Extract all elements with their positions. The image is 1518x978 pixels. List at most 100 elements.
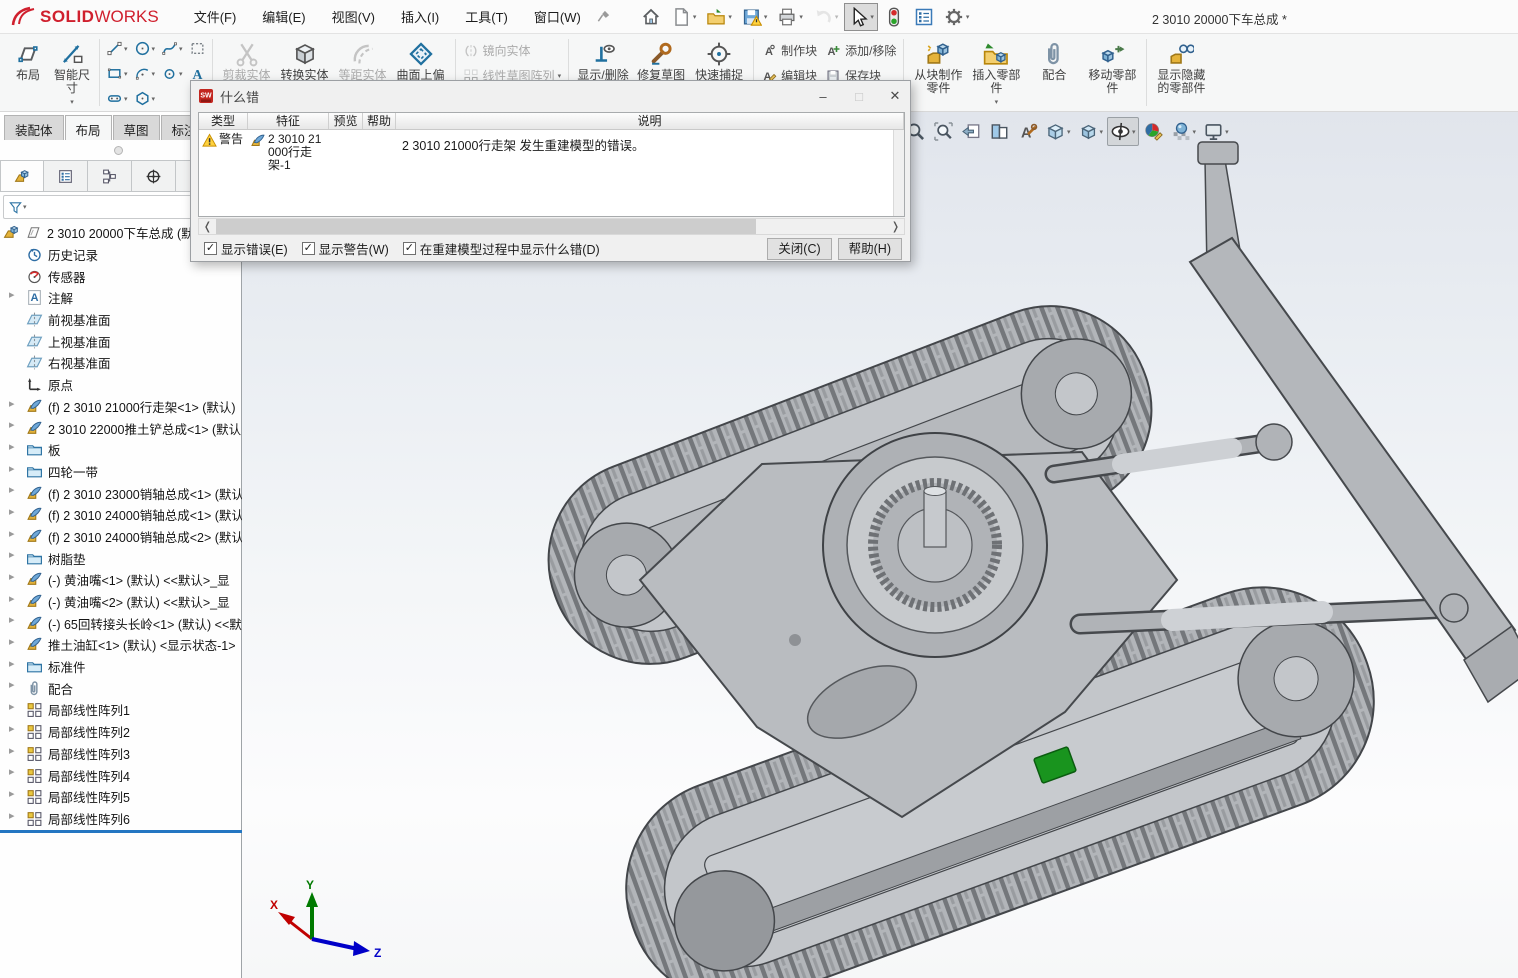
tree-item-5[interactable]: 右视基准面 [0, 352, 242, 374]
column-header-2[interactable]: 预览 [329, 113, 363, 129]
section-view-button[interactable] [986, 117, 1013, 146]
expand-arrow-icon[interactable]: ▸ [9, 462, 15, 475]
view-orientation-button[interactable]: ▾ [1042, 117, 1074, 146]
menu-item-4[interactable]: 工具(T) [452, 0, 521, 34]
featuremanager-design-tree-tab[interactable] [0, 160, 44, 192]
model-slewing-ring[interactable] [823, 433, 1047, 657]
expand-arrow-icon[interactable]: ▸ [9, 440, 15, 453]
scrollbar-thumb[interactable] [216, 219, 756, 234]
mate-button[interactable]: 配合 [1025, 36, 1083, 82]
expand-arrow-icon[interactable]: ▸ [9, 548, 15, 561]
annotation-visibility-button[interactable]: A [1014, 117, 1041, 146]
expand-arrow-icon[interactable]: ▸ [9, 483, 15, 496]
expand-arrow-icon[interactable]: ▸ [9, 744, 15, 757]
undo-button[interactable]: ▾ [809, 3, 843, 31]
menu-item-0[interactable]: 文件(F) [181, 0, 250, 34]
expand-arrow-icon[interactable]: ▸ [9, 809, 15, 822]
tree-item-22[interactable]: ▸ 局部线性阵列2 [0, 721, 242, 743]
error-table-row[interactable]: 警告 2 3010 21000行走架-1 2 3010 21000行走架 发生重… [199, 130, 904, 199]
tree-item-3[interactable]: 前视基准面 [0, 309, 242, 331]
table-vertical-scrollbar[interactable] [893, 130, 904, 216]
zoom-area-button[interactable] [930, 117, 957, 146]
print-button[interactable]: ▾ [773, 3, 807, 31]
column-header-1[interactable]: 特征 [248, 113, 329, 129]
dropdown-arrow-icon[interactable]: ▾ [870, 13, 874, 21]
dialog-minimize-button[interactable]: – [808, 85, 838, 107]
dialog-maximize-button[interactable]: □ [844, 85, 874, 107]
dropdown-arrow-icon[interactable]: ▾ [1067, 128, 1071, 136]
select-cursor-button[interactable]: ▾ [844, 3, 878, 31]
dropdown-arrow-icon[interactable]: ▾ [152, 45, 156, 53]
dropdown-arrow-icon[interactable]: ▾ [152, 95, 156, 103]
layout-button[interactable]: 布局 [6, 36, 50, 82]
expand-arrow-icon[interactable]: ▸ [9, 678, 15, 691]
expand-arrow-icon[interactable]: ▸ [9, 635, 15, 648]
dropdown-arrow-icon[interactable]: ▾ [179, 70, 183, 78]
dropdown-arrow-icon[interactable]: ▾ [693, 13, 697, 21]
apply-scene-button[interactable]: ▾ [1168, 117, 1200, 146]
checkbox-2[interactable]: ✓在重建模型过程中显示什么错(D) [403, 239, 600, 258]
menu-item-1[interactable]: 编辑(E) [249, 0, 318, 34]
dropdown-arrow-icon[interactable]: ▾ [558, 72, 562, 80]
tree-item-18[interactable]: ▸ 推土油缸<1> (默认) <显示状态-1> [0, 634, 242, 656]
dropdown-arrow-icon[interactable]: ▾ [799, 13, 803, 21]
column-header-0[interactable]: 类型 [199, 113, 248, 129]
checkbox-1[interactable]: ✓显示警告(W) [302, 239, 389, 258]
show-hidden-components-button[interactable]: 显示隐藏的零部件 [1152, 36, 1210, 95]
column-header-4[interactable]: 说明 [396, 113, 904, 129]
dialog-button-1[interactable]: 帮助(H) [838, 238, 902, 260]
home-button[interactable] [637, 3, 665, 31]
expand-arrow-icon[interactable]: ▸ [9, 397, 15, 410]
tree-item-2[interactable]: ▸ A注解 [0, 287, 242, 309]
smart-dimension-button[interactable]: 智能尺寸 ▾ [50, 36, 94, 109]
make-block-button[interactable]: A制作块 [757, 38, 821, 63]
dropdown-arrow-icon[interactable]: ▾ [124, 95, 128, 103]
expand-arrow-icon[interactable]: ▸ [9, 527, 15, 540]
dropdown-arrow-icon[interactable]: ▾ [152, 70, 156, 78]
tree-item-14[interactable]: ▸ 树脂垫 [0, 547, 242, 569]
spline-button[interactable]: ▾ [158, 36, 186, 61]
dialog-close-button[interactable]: ✕ [880, 85, 910, 107]
panel-splitter-handle[interactable] [114, 146, 123, 155]
tab-1[interactable]: 布局 [65, 115, 112, 140]
expand-arrow-icon[interactable]: ▸ [9, 765, 15, 778]
expand-arrow-icon[interactable]: ▸ [9, 418, 15, 431]
tree-item-26[interactable]: ▸ 局部线性阵列6 [0, 808, 242, 830]
checkbox-0[interactable]: ✓显示错误(E) [204, 239, 288, 258]
checkbox-box-icon[interactable]: ✓ [302, 242, 315, 255]
tree-item-4[interactable]: 上视基准面 [0, 330, 242, 352]
expand-arrow-icon[interactable]: ▸ [9, 787, 15, 800]
menu-item-5[interactable]: 窗口(W) [521, 0, 594, 34]
dropdown-arrow-icon[interactable]: ▾ [70, 96, 74, 109]
dropdown-arrow-icon[interactable]: ▾ [1225, 128, 1229, 136]
dropdown-arrow-icon[interactable]: ▾ [124, 70, 128, 78]
dimxpert-manager-tab[interactable] [132, 160, 176, 192]
mirror-button[interactable]: 镜向实体 [459, 38, 566, 63]
add-remove-button[interactable]: A添加/移除 [821, 38, 900, 63]
offset-entities-button[interactable]: 等距实体 [334, 36, 392, 82]
dropdown-arrow-icon[interactable]: ▾ [1193, 128, 1197, 136]
open-button[interactable]: ▾ [702, 3, 736, 31]
tree-item-13[interactable]: ▸ (f) 2 3010 24000销轴总成<2> (默认 [0, 526, 242, 548]
column-header-3[interactable]: 帮助 [363, 113, 396, 129]
rebuild-traffic-light-button[interactable] [880, 3, 908, 31]
expand-arrow-icon[interactable]: ▸ [9, 722, 15, 735]
dropdown-arrow-icon[interactable]: ▾ [1100, 128, 1104, 136]
move-component-button[interactable]: 移动零部件 [1083, 36, 1141, 95]
table-horizontal-scrollbar[interactable]: ❬ ❭ [198, 218, 905, 235]
menu-item-3[interactable]: 插入(I) [388, 0, 452, 34]
expand-arrow-icon[interactable]: ▸ [9, 570, 15, 583]
line-button[interactable]: ▾ [103, 36, 131, 61]
tree-item-17[interactable]: ▸ (-) 65回转接头长岭<1> (默认) <<默 [0, 612, 242, 634]
tree-item-7[interactable]: ▸ (f) 2 3010 21000行走架<1> (默认) [0, 396, 242, 418]
tree-item-24[interactable]: ▸ 局部线性阵列4 [0, 764, 242, 786]
repair-sketch-button[interactable]: 修复草图 [632, 36, 690, 82]
pin-menubar-icon[interactable] [596, 9, 611, 24]
select-region-button[interactable] [186, 36, 209, 61]
scroll-left-icon[interactable]: ❬ [199, 220, 216, 233]
tree-item-19[interactable]: ▸ 标准件 [0, 656, 242, 678]
view-settings-button[interactable]: ▾ [1200, 117, 1232, 146]
quick-snaps-button[interactable]: 快速捕捉 [690, 36, 748, 82]
edit-appearance-button[interactable] [1140, 117, 1167, 146]
tree-item-20[interactable]: ▸ 配合 [0, 677, 242, 699]
